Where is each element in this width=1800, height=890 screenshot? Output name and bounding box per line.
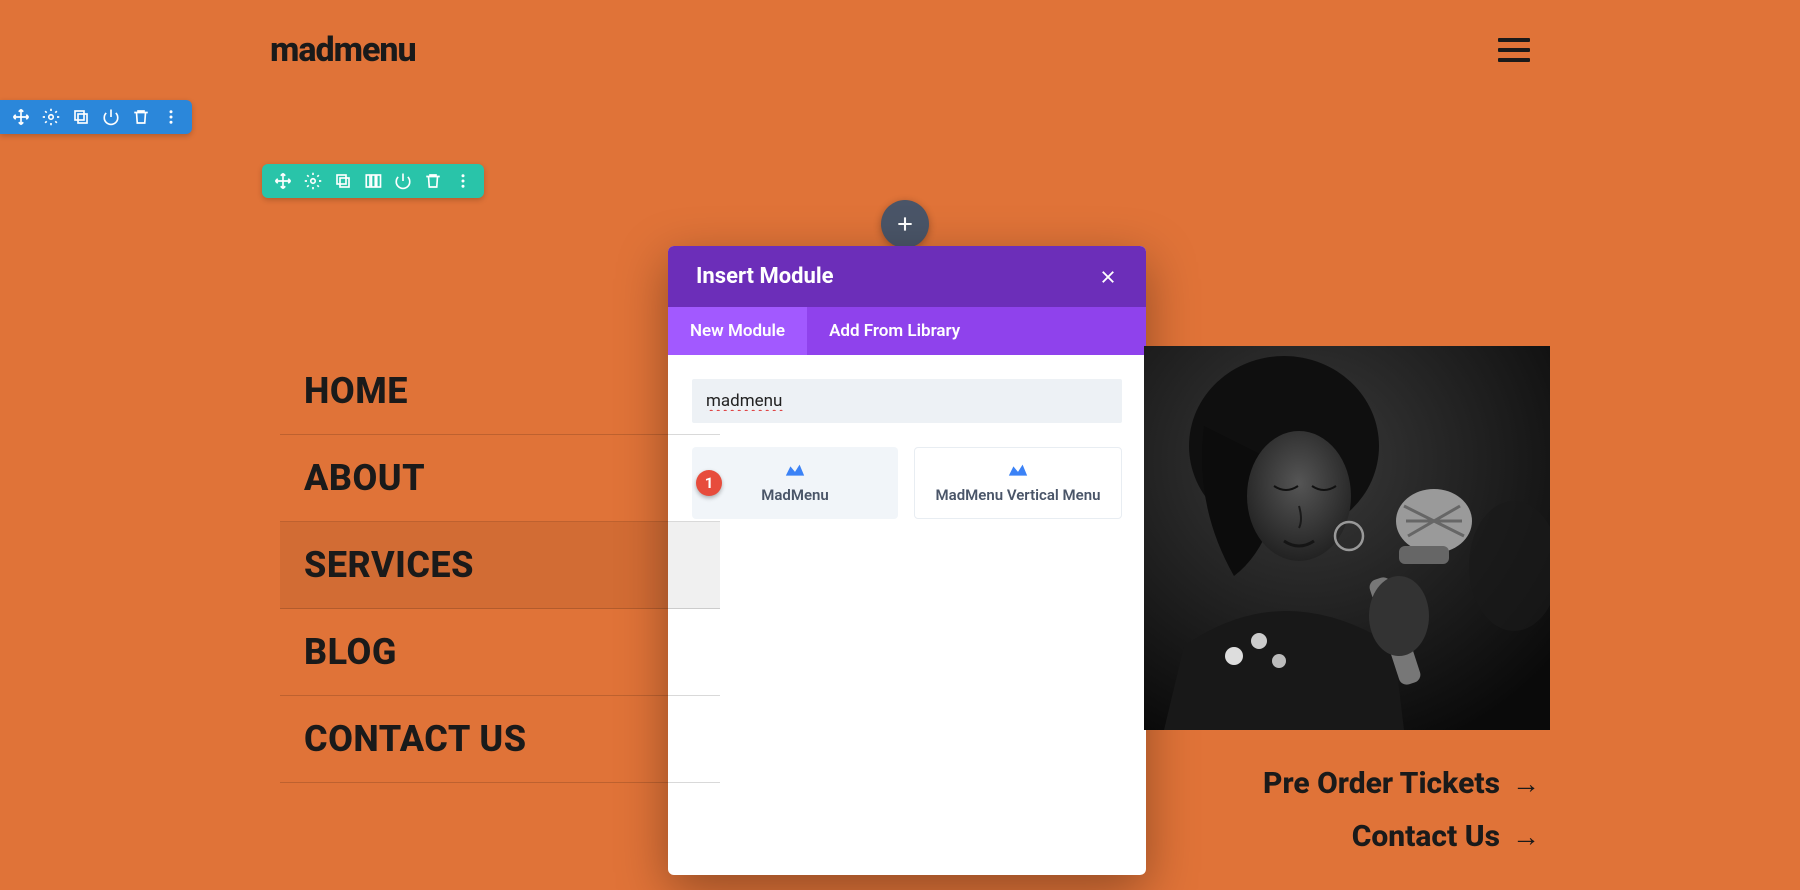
power-icon[interactable] xyxy=(102,108,120,126)
trash-icon[interactable] xyxy=(132,108,150,126)
cta-label: Contact Us xyxy=(1352,819,1500,854)
close-icon[interactable] xyxy=(1098,267,1118,287)
nav-item-contact[interactable]: CONTACT US xyxy=(280,696,720,783)
module-label: MadMenu xyxy=(761,486,829,504)
columns-icon[interactable] xyxy=(364,172,382,190)
module-grid: 1 MadMenu MadMenu Vertical Menu xyxy=(692,447,1122,519)
duplicate-icon[interactable] xyxy=(72,108,90,126)
section-toolbar xyxy=(0,100,192,134)
nav-item-about[interactable]: ABOUT xyxy=(280,435,720,522)
modal-tabs: New Module Add From Library xyxy=(668,307,1146,355)
hero-image xyxy=(1144,346,1550,730)
module-label: MadMenu Vertical Menu xyxy=(936,486,1101,504)
power-icon[interactable] xyxy=(394,172,412,190)
move-icon[interactable] xyxy=(274,172,292,190)
page-header: madmenu xyxy=(0,0,1800,100)
hamburger-menu-icon[interactable] xyxy=(1498,38,1530,62)
module-card-madmenu-vertical[interactable]: MadMenu Vertical Menu xyxy=(914,447,1122,519)
add-module-button[interactable] xyxy=(881,200,929,248)
duplicate-icon[interactable] xyxy=(334,172,352,190)
row-toolbar xyxy=(262,164,484,198)
nav-item-home[interactable]: HOME xyxy=(280,348,720,435)
site-logo: madmenu xyxy=(270,30,416,70)
trash-icon[interactable] xyxy=(424,172,442,190)
move-icon[interactable] xyxy=(12,108,30,126)
module-icon xyxy=(1007,462,1029,480)
gear-icon[interactable] xyxy=(304,172,322,190)
tab-add-from-library[interactable]: Add From Library xyxy=(807,307,982,355)
nav-item-services[interactable]: SERVICES xyxy=(280,522,720,609)
cta-pre-order-tickets[interactable]: Pre Order Tickets → xyxy=(1263,766,1540,801)
more-icon[interactable] xyxy=(162,108,180,126)
module-search-input[interactable] xyxy=(692,379,1122,423)
module-icon xyxy=(784,462,806,480)
modal-body: 1 MadMenu MadMenu Vertical Menu xyxy=(668,355,1146,875)
nav-item-blog[interactable]: BLOG xyxy=(280,609,720,696)
arrow-right-icon: → xyxy=(1512,770,1540,798)
vertical-nav-menu: HOME ABOUT SERVICES BLOG CONTACT US xyxy=(280,348,720,783)
module-card-madmenu[interactable]: 1 MadMenu xyxy=(692,447,898,519)
cta-label: Pre Order Tickets xyxy=(1263,766,1500,801)
cta-contact-us[interactable]: Contact Us → xyxy=(1352,819,1540,854)
modal-header: Insert Module xyxy=(668,246,1146,307)
more-icon[interactable] xyxy=(454,172,472,190)
arrow-right-icon: → xyxy=(1512,823,1540,851)
insert-module-modal: Insert Module New Module Add From Librar… xyxy=(668,246,1146,875)
gear-icon[interactable] xyxy=(42,108,60,126)
cta-links: Pre Order Tickets → Contact Us → xyxy=(1263,766,1540,854)
modal-title: Insert Module xyxy=(696,264,834,289)
